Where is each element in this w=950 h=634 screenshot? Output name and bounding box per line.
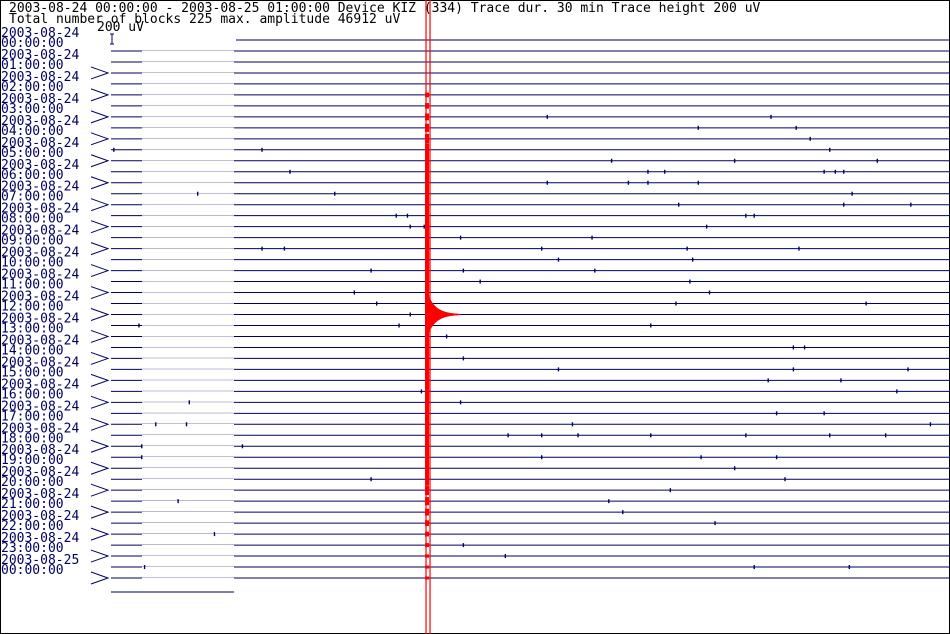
time-arrow bbox=[90, 132, 110, 146]
time-arrow bbox=[90, 527, 110, 541]
time-arrow bbox=[90, 198, 110, 212]
helicorder-chart: 2003-08-24 00:00:00 - 2003-08-25 01:00:0… bbox=[0, 0, 950, 634]
time-arrow bbox=[90, 154, 110, 168]
time-arrow bbox=[90, 88, 110, 102]
time-labels: 2003-08-2400:00:002003-08-2401:00:002003… bbox=[1, 26, 110, 585]
time-arrow bbox=[90, 395, 110, 409]
time-arrow bbox=[90, 417, 110, 431]
event-coda bbox=[426, 292, 461, 337]
time-arrow bbox=[90, 308, 110, 321]
time-arrow bbox=[90, 351, 110, 365]
time-arrow bbox=[90, 264, 110, 278]
time-arrow bbox=[90, 220, 110, 234]
time-label-time: 00:00:00 bbox=[1, 563, 64, 578]
header-line-2: Total number of blocks 225 max. amplitud… bbox=[9, 12, 401, 27]
seismogram-window: 2003-08-24 00:00:00 - 2003-08-25 01:00:0… bbox=[0, 0, 950, 634]
time-arrow bbox=[90, 329, 110, 343]
time-arrow bbox=[90, 483, 110, 497]
time-arrow bbox=[90, 176, 110, 190]
time-arrow bbox=[90, 439, 110, 453]
trace-lines bbox=[111, 39, 950, 593]
time-arrow bbox=[90, 373, 110, 387]
scale-label: 200 uV bbox=[97, 20, 144, 35]
time-arrow bbox=[90, 571, 110, 585]
time-arrow bbox=[90, 286, 110, 300]
time-arrow bbox=[90, 66, 110, 80]
time-arrow bbox=[90, 242, 110, 256]
time-arrow bbox=[90, 549, 110, 563]
time-arrow bbox=[90, 461, 110, 475]
time-arrow bbox=[90, 505, 110, 519]
time-arrow bbox=[90, 110, 110, 124]
